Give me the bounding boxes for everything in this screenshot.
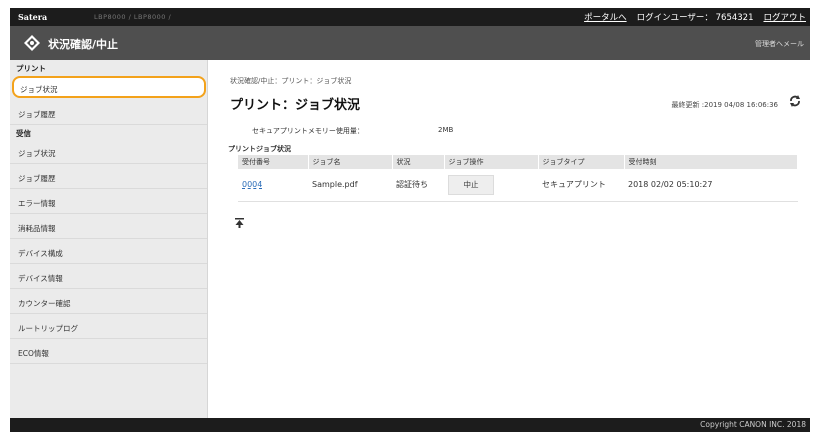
job-type: セキュアプリント (538, 169, 624, 202)
job-status: 認証待ち (392, 169, 444, 202)
top-bar: Satera LBP8000 / LBP8000 / ポータルへ ログインユーザ… (10, 8, 810, 26)
col-header-time: 受付時刻 (624, 155, 798, 169)
col-header-name: ジョブ名 (308, 155, 393, 169)
status-monitor-icon (24, 35, 40, 51)
col-header-status: 状況 (392, 155, 445, 169)
col-header-type: ジョブタイプ (538, 155, 625, 169)
job-action-cell: 中止 (444, 169, 538, 202)
print-job-table: 受付番号 ジョブ名 状況 ジョブ操作 ジョブタイプ 受付時刻 0004 Samp… (238, 155, 798, 202)
footer: Copyright CANON INC. 2018 (10, 418, 810, 432)
top-bar-links: ポータルへ ログインユーザー： 7654321 ログアウト (584, 11, 806, 23)
logout-link[interactable]: ログアウト (763, 11, 806, 23)
sidebar-item-receive-job-history[interactable]: ジョブ履歴 (10, 164, 207, 189)
table-caption: プリントジョブ状況 (228, 145, 291, 153)
sidebar-item-eco-info[interactable]: ECO情報 (10, 339, 207, 364)
page-title: 状況確認/中止 (48, 38, 119, 51)
sidebar-item-receive-job-status[interactable]: ジョブ状況 (10, 139, 207, 164)
sidebar-item-device-info[interactable]: デバイス情報 (10, 264, 207, 289)
main-content: 状況確認/中止：プリント：ジョブ状況 プリント：ジョブ状況 最終更新 :2019… (208, 60, 810, 418)
copyright: Copyright CANON INC. 2018 (700, 420, 806, 429)
brand-logo: Satera (18, 12, 48, 22)
job-time: 2018 02/02 05:10:27 (624, 169, 798, 202)
sidebar-section-receive: 受信 (16, 129, 31, 138)
table-header-row: 受付番号 ジョブ名 状況 ジョブ操作 ジョブタイプ 受付時刻 (238, 155, 798, 169)
memory-value: 2MB (438, 126, 454, 134)
mail-admin-link[interactable]: 管理者へメール (755, 39, 804, 49)
sidebar-section-print: プリント (16, 64, 46, 73)
scroll-to-top-icon[interactable] (235, 218, 244, 228)
sidebar-item-route-log[interactable]: ルートリップログ (10, 314, 207, 339)
stop-job-button[interactable]: 中止 (448, 174, 494, 195)
memory-usage: セキュアプリントメモリー使用量： 2MB (252, 126, 453, 136)
title-bar: 状況確認/中止 管理者へメール (10, 26, 810, 60)
portal-link[interactable]: ポータルへ (584, 11, 627, 23)
sidebar-item-print-job-history[interactable]: ジョブ履歴 (10, 100, 207, 125)
job-number-link[interactable]: 0004 (238, 169, 308, 202)
job-name: Sample.pdf (308, 169, 392, 202)
breadcrumb: 状況確認/中止：プリント：ジョブ状況 (230, 77, 352, 85)
device-name: LBP8000 / LBP8000 / (94, 13, 172, 21)
memory-label: セキュアプリントメモリー使用量： (252, 127, 364, 135)
col-header-number: 受付番号 (238, 155, 309, 169)
last-updated: 最終更新 :2019 04/08 16:06:36 (671, 101, 778, 109)
refresh-icon[interactable] (788, 94, 802, 108)
content-heading: プリント：ジョブ状況 (230, 98, 361, 113)
sidebar: プリント ジョブ状況 ジョブ履歴 受信 ジョブ状況 ジョブ履歴 エラー情報 消耗… (10, 60, 208, 418)
login-user-label: ログインユーザー： 7654321 (636, 13, 754, 23)
sidebar-item-counter-check[interactable]: カウンター確認 (10, 289, 207, 314)
table-row: 0004 Sample.pdf 認証待ち 中止 セキュアプリント 2018 02… (238, 169, 798, 202)
sidebar-item-print-job-status[interactable]: ジョブ状況 (12, 76, 206, 98)
sidebar-item-consumables[interactable]: 消耗品情報 (10, 214, 207, 239)
sidebar-item-device-config[interactable]: デバイス構成 (10, 239, 207, 264)
col-header-action: ジョブ操作 (444, 155, 539, 169)
sidebar-item-error-info[interactable]: エラー情報 (10, 189, 207, 214)
